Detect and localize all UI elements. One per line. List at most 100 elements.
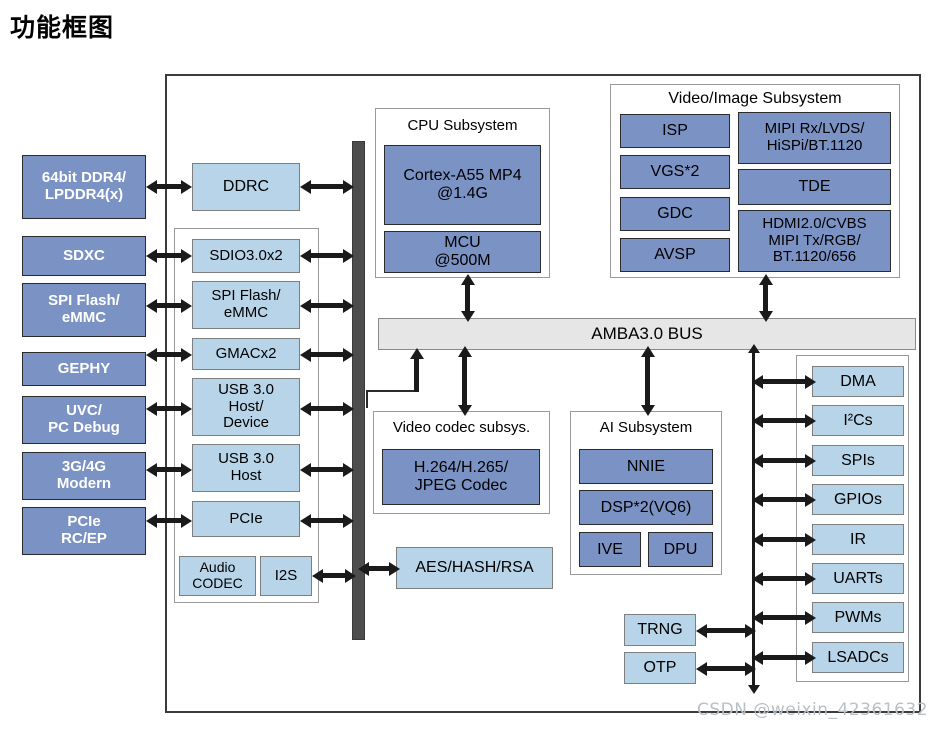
arrow-head-left-icon: [358, 561, 369, 576]
block-audio-codec[interactable]: Audio CODEC: [179, 556, 256, 596]
arrow-head-left-icon: [300, 513, 311, 528]
arrow-head-up-icon: [640, 346, 655, 357]
arrow-bus-gpios: [752, 492, 816, 507]
arrow-head-right-icon: [745, 661, 756, 676]
arrow-head-left-icon: [300, 462, 311, 477]
arrow-uvc: [146, 401, 192, 416]
arrow-video-image-amba: [758, 274, 773, 322]
block-spi-flash-emmc[interactable]: SPI Flash/ eMMC: [192, 281, 300, 329]
arrow-head-right-icon: [181, 462, 192, 477]
block-i2cs[interactable]: I²Cs: [812, 405, 904, 436]
block-usb3-host[interactable]: USB 3.0 Host: [192, 444, 300, 492]
block-dpu[interactable]: DPU: [648, 532, 713, 567]
block-tde[interactable]: TDE: [738, 169, 891, 205]
arrow-head-right-icon: [181, 401, 192, 416]
block-h264-h265-jpeg-codec[interactable]: H.264/H.265/ JPEG Codec: [382, 449, 540, 505]
block-ive[interactable]: IVE: [579, 532, 641, 567]
external-interface-uvc-pc-debug[interactable]: UVC/ PC Debug: [22, 396, 146, 444]
external-interface-gephy[interactable]: GEPHY: [22, 352, 146, 386]
arrow-bus-lsadcs: [752, 650, 816, 665]
block-uarts[interactable]: UARTs: [812, 563, 904, 594]
arrow-otp-bus: [696, 661, 756, 676]
block-i2s[interactable]: I2S: [260, 556, 312, 596]
arrow-bus-i2cs: [752, 413, 816, 428]
arrow-busbar-aes: [358, 561, 400, 576]
cpu-subsystem-title: CPU Subsystem: [407, 117, 518, 134]
arrow-amba-ai: [640, 346, 655, 416]
arrow-head-left-icon: [300, 248, 311, 263]
block-ddrc[interactable]: DDRC: [192, 163, 300, 211]
arrow-head-left-icon: [696, 623, 707, 638]
block-avsp[interactable]: AVSP: [620, 238, 730, 272]
arrow-head-right-icon: [343, 513, 354, 528]
external-interface-sdxc[interactable]: SDXC: [22, 236, 146, 276]
external-interface-3g-4g-modem[interactable]: 3G/4G Modern: [22, 452, 146, 500]
arrow-ddrc-bus: [300, 179, 354, 194]
block-isp[interactable]: ISP: [620, 114, 730, 148]
block-otp[interactable]: OTP: [624, 652, 696, 684]
arrow-pcie-bus: [300, 513, 354, 528]
arrow-head-left-icon: [300, 298, 311, 313]
block-gdc[interactable]: GDC: [620, 197, 730, 231]
block-sdio[interactable]: SDIO3.0x2: [192, 239, 300, 273]
arrow-head-up-icon: [758, 274, 773, 285]
arrow-spiflash-bus: [300, 298, 354, 313]
arrow-head-down-icon: [640, 405, 655, 416]
block-trng[interactable]: TRNG: [624, 614, 696, 646]
arrow-head-left-icon: [146, 462, 157, 477]
arrow-i2s-bus: [312, 568, 356, 583]
arrow-head-right-icon: [805, 492, 816, 507]
arrow-head-left-icon: [752, 453, 763, 468]
arrow-head-left-icon: [752, 492, 763, 507]
arrow-head-right-icon: [389, 561, 400, 576]
arrow-trng-bus: [696, 623, 756, 638]
block-hdmi-cvbs-mipi-tx[interactable]: HDMI2.0/CVBS MIPI Tx/RGB/ BT.1120/656: [738, 210, 891, 272]
arrow-gephy: [146, 347, 192, 362]
block-pcie[interactable]: PCIe: [192, 501, 300, 537]
block-spis[interactable]: SPIs: [812, 445, 904, 476]
arrow-head-left-icon: [752, 374, 763, 389]
block-mipi-rx-lvds[interactable]: MIPI Rx/LVDS/ HiSPi/BT.1120: [738, 112, 891, 164]
arrow-head-right-icon: [343, 179, 354, 194]
block-lsadcs[interactable]: LSADCs: [812, 642, 904, 673]
arrow-head-left-icon: [146, 179, 157, 194]
external-interface-spi-flash-emmc[interactable]: SPI Flash/ eMMC: [22, 283, 146, 337]
external-interface-pcie[interactable]: PCIe RC/EP: [22, 507, 146, 555]
arrow-amba-left-up: [409, 348, 424, 392]
arrow-head-right-icon: [805, 413, 816, 428]
video-codec-subsystem-title: Video codec subsys.: [392, 419, 531, 436]
arrow-bus-uarts: [752, 571, 816, 586]
block-dma[interactable]: DMA: [812, 366, 904, 397]
block-gmac[interactable]: GMACx2: [192, 338, 300, 370]
arrow-head-down-icon: [460, 311, 475, 322]
arrow-head-left-icon: [300, 179, 311, 194]
arrow-head-left-icon: [752, 571, 763, 586]
arrow-head-right-icon: [181, 513, 192, 528]
block-pwms[interactable]: PWMs: [812, 602, 904, 633]
arrow-head-right-icon: [805, 532, 816, 547]
arrow-head-down-icon: [457, 405, 472, 416]
block-ir[interactable]: IR: [812, 524, 904, 555]
arrow-bus-dma: [752, 374, 816, 389]
arrow-bus-pwms: [752, 610, 816, 625]
block-mcu[interactable]: MCU @500M: [384, 231, 541, 273]
arrow-head-right-icon: [343, 401, 354, 416]
functional-block-diagram: 功能框图 64bit DDR4/ LPDDR4(x) SDXC SPI Flas…: [0, 0, 938, 732]
block-usb3-host-device[interactable]: USB 3.0 Host/ Device: [192, 378, 300, 436]
arrow-head-left-icon: [752, 413, 763, 428]
external-interface-ddr[interactable]: 64bit DDR4/ LPDDR4(x): [22, 155, 146, 219]
arrow-head-left-icon: [146, 248, 157, 263]
arrow-head-up-icon: [460, 274, 475, 285]
block-vgs[interactable]: VGS*2: [620, 155, 730, 189]
arrow-head-left-icon: [146, 347, 157, 362]
arrow-gmac-bus: [300, 347, 354, 362]
block-gpios[interactable]: GPIOs: [812, 484, 904, 515]
arrow-head-left-icon: [146, 401, 157, 416]
arrow-usb-host-bus: [300, 462, 354, 477]
block-nnie[interactable]: NNIE: [579, 449, 713, 484]
block-dsp-vq6[interactable]: DSP*2(VQ6): [579, 490, 713, 525]
block-cortex-a55[interactable]: Cortex-A55 MP4 @1.4G: [384, 145, 541, 225]
block-aes-hash-rsa[interactable]: AES/HASH/RSA: [396, 547, 553, 589]
arrow-head-down-icon: [758, 311, 773, 322]
arrow-head-left-icon: [146, 513, 157, 528]
